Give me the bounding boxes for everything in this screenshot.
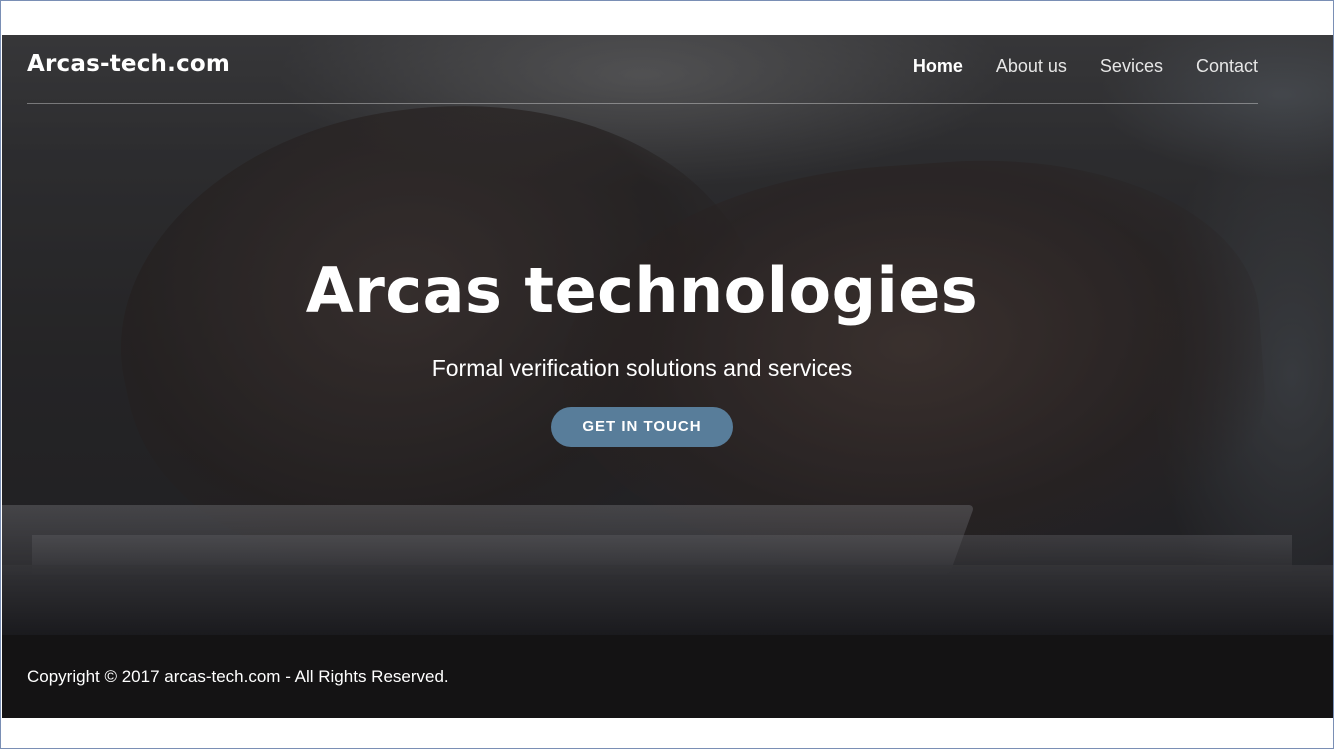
nav-link-contact[interactable]: Contact (1196, 56, 1258, 77)
nav-menu: Home About us Sevices Contact (913, 56, 1258, 77)
hero-subtitle: Formal verification solutions and servic… (431, 355, 853, 381)
nav-link-services[interactable]: Sevices (1100, 56, 1163, 77)
hero-title: Arcas technologies (305, 254, 979, 327)
footer: Copyright © 2017 arcas-tech.com - All Ri… (2, 635, 1333, 718)
nav-link-about-us[interactable]: About us (996, 56, 1067, 77)
hero-content: Arcas technologies Formal verification s… (2, 251, 1282, 447)
nav-link-home[interactable]: Home (913, 56, 963, 77)
get-in-touch-button[interactable]: GET IN TOUCH (551, 407, 733, 447)
copyright-text: Copyright © 2017 arcas-tech.com - All Ri… (27, 667, 449, 686)
browser-viewport: Arcas-tech.com Home About us Sevices Con… (0, 0, 1334, 749)
navbar: Arcas-tech.com Home About us Sevices Con… (27, 35, 1258, 104)
hero-section: Arcas-tech.com Home About us Sevices Con… (2, 35, 1333, 635)
brand-logo-link[interactable]: Arcas-tech.com (27, 51, 230, 77)
